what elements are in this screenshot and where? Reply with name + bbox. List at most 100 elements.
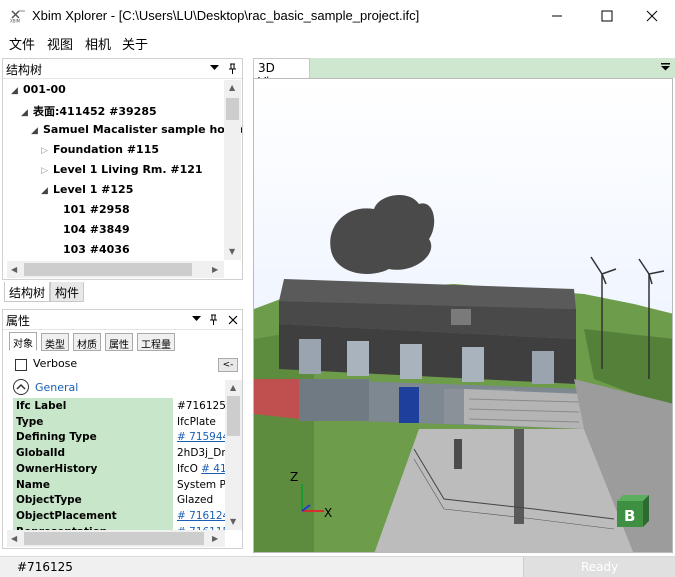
scroll-right-icon[interactable]: ▶ — [212, 534, 218, 543]
prop-panel-header: 属性 — [3, 310, 242, 330]
property-key: Ifc Label — [13, 398, 173, 414]
properties-panel: 属性 对象 类型 材质 属性 工程量 Verbose <- General If… — [2, 309, 243, 549]
tab-properties[interactable]: 属性 — [105, 333, 133, 351]
property-row[interactable]: ObjectPlacement # 716124 — [13, 507, 235, 524]
collapsed-arrow-icon[interactable]: ▷ — [41, 146, 53, 156]
tree-vertical-scrollbar[interactable]: ▲ ▼ — [224, 80, 241, 260]
title-bar: XBIM Xbim Xplorer - [C:\Users\LU\Desktop… — [0, 0, 675, 32]
prop-vertical-scrollbar[interactable]: ▲ ▼ — [225, 380, 242, 530]
tree-panel-title: 结构树 — [6, 63, 43, 77]
tree-item[interactable]: ◢ 表面:411452 #39285 — [21, 103, 157, 119]
property-link[interactable]: # 715944 — [177, 431, 229, 443]
nav-cube-label: B — [624, 507, 635, 525]
expanded-arrow-icon[interactable]: ◢ — [41, 186, 53, 196]
view-menu-icon[interactable] — [661, 63, 671, 71]
status-selected-label: #716125 — [17, 560, 73, 574]
expanded-arrow-icon[interactable]: ◢ — [21, 108, 33, 118]
minimize-button[interactable] — [534, 0, 580, 32]
prop-hscroll-thumb[interactable] — [24, 532, 204, 545]
prop-vscroll-thumb[interactable] — [227, 396, 240, 436]
tree-hscroll-thumb[interactable] — [24, 263, 192, 276]
tree-item-label: Foundation #115 — [53, 143, 160, 156]
tree-item-label: 表面:411452 #39285 — [33, 105, 157, 118]
property-row[interactable]: GlobalId 2hD3j_Dr — [13, 445, 235, 462]
menu-file[interactable]: 文件 — [9, 34, 35, 53]
property-link[interactable]: # 41 — [201, 463, 227, 475]
scroll-right-icon[interactable]: ▶ — [212, 265, 218, 274]
property-row[interactable]: OwnerHistory IfcO # 41 — [13, 460, 235, 477]
axis-x-label: X — [324, 506, 332, 520]
minimize-icon — [552, 15, 562, 17]
tab-quantities[interactable]: 工程量 — [137, 333, 175, 351]
verbose-label: Verbose — [33, 357, 78, 370]
tree-view: ◢ 001-00 ◢ 表面:411452 #39285 ◢ Samuel Macalist… — [7, 81, 242, 261]
tree-vscroll-thumb[interactable] — [226, 98, 239, 120]
close-icon[interactable] — [228, 315, 238, 325]
pin-icon[interactable] — [209, 314, 218, 326]
xbim-logo-icon: XBIM — [10, 10, 25, 24]
tab-material[interactable]: 材质 — [73, 333, 101, 351]
status-bar: #716125 Ready — [0, 556, 675, 577]
close-button[interactable] — [629, 0, 675, 32]
tree-item[interactable]: ◢Samuel Macalister sample house de — [31, 123, 242, 136]
scroll-left-icon[interactable]: ◀ — [11, 265, 17, 274]
scroll-up-icon[interactable]: ▲ — [230, 383, 236, 392]
collapse-section-icon[interactable] — [13, 379, 29, 395]
scroll-up-icon[interactable]: ▲ — [229, 83, 235, 92]
expanded-arrow-icon[interactable]: ◢ — [11, 86, 23, 96]
menu-camera[interactable]: 相机 — [85, 34, 111, 53]
property-row[interactable]: ObjectType Glazed — [13, 492, 235, 509]
property-value-text: System P — [177, 478, 226, 491]
tab-components[interactable]: 构件 — [50, 282, 85, 302]
svg-text:XBIM: XBIM — [10, 19, 21, 24]
maximize-button[interactable] — [584, 0, 630, 32]
tree-item-label: Level 1 Living Rm. #121 — [53, 163, 203, 176]
property-row[interactable]: Name System P — [13, 476, 235, 493]
expanded-arrow-icon[interactable]: ◢ — [31, 126, 43, 136]
column — [514, 429, 524, 524]
3d-scene[interactable]: Z X B — [254, 79, 673, 553]
property-value-prefix: IfcO — [177, 462, 202, 475]
prop-horizontal-scrollbar[interactable]: ◀ ▶ — [7, 530, 225, 547]
tree-item[interactable]: ▷ Foundation #115 — [41, 143, 159, 156]
property-row[interactable]: Ifc Label #716125 — [13, 398, 235, 414]
tab-type[interactable]: 类型 — [41, 333, 69, 351]
property-key: Name — [13, 476, 173, 493]
tree-item-label: Level 1 #125 — [53, 183, 134, 196]
dropdown-icon[interactable] — [210, 65, 219, 71]
scroll-down-icon[interactable]: ▼ — [229, 247, 235, 256]
tree-item[interactable]: 103 #4036 — [51, 243, 130, 256]
scroll-left-icon[interactable]: ◀ — [11, 534, 17, 543]
menu-view[interactable]: 视图 — [47, 34, 73, 53]
property-key: Type — [13, 413, 173, 430]
tab-structure-tree[interactable]: 结构树 — [4, 282, 51, 302]
chevron-up-icon — [15, 383, 26, 390]
tree-item-label: 001-00 — [23, 83, 66, 96]
status-ready: Ready — [581, 560, 619, 574]
pin-icon[interactable] — [228, 63, 237, 75]
collapse-button[interactable]: <- — [218, 358, 238, 372]
property-key: ObjectType — [13, 492, 173, 509]
3d-viewport[interactable]: Z X B — [253, 78, 673, 553]
property-row[interactable]: Type IfcPlate — [13, 413, 235, 430]
tree-item-label: Samuel Macalister sample house de — [43, 123, 242, 136]
property-row[interactable]: Defining Type # 715944 — [13, 429, 235, 446]
tab-3d-view[interactable]: 3D View — [253, 58, 310, 89]
tree-item-label: 101 #2958 — [63, 203, 130, 216]
tree-item[interactable]: 104 #3849 — [51, 223, 130, 236]
tree-item[interactable]: ▷ Level 1 Living Rm. #121 — [41, 163, 203, 176]
navigation-cube[interactable]: B — [617, 495, 649, 527]
tree-item[interactable]: ◢ Level 1 #125 — [41, 183, 133, 196]
tab-object[interactable]: 对象 — [9, 332, 37, 351]
menu-about[interactable]: 关于 — [122, 34, 148, 53]
property-grid: Ifc Label #716125 Type IfcPlate Defining Typ… — [13, 398, 235, 530]
scroll-down-icon[interactable]: ▼ — [230, 517, 236, 526]
dropdown-icon[interactable] — [192, 316, 201, 322]
tree-item[interactable]: 101 #2958 — [51, 203, 130, 216]
verbose-checkbox[interactable] — [15, 359, 27, 371]
property-link[interactable]: # 716124 — [177, 510, 229, 522]
tree-horizontal-scrollbar[interactable]: ◀ ▶ — [7, 261, 224, 278]
prop-panel-title: 属性 — [6, 314, 31, 328]
tree-item[interactable]: ◢ 001-00 — [11, 83, 66, 96]
collapsed-arrow-icon[interactable]: ▷ — [41, 166, 53, 176]
